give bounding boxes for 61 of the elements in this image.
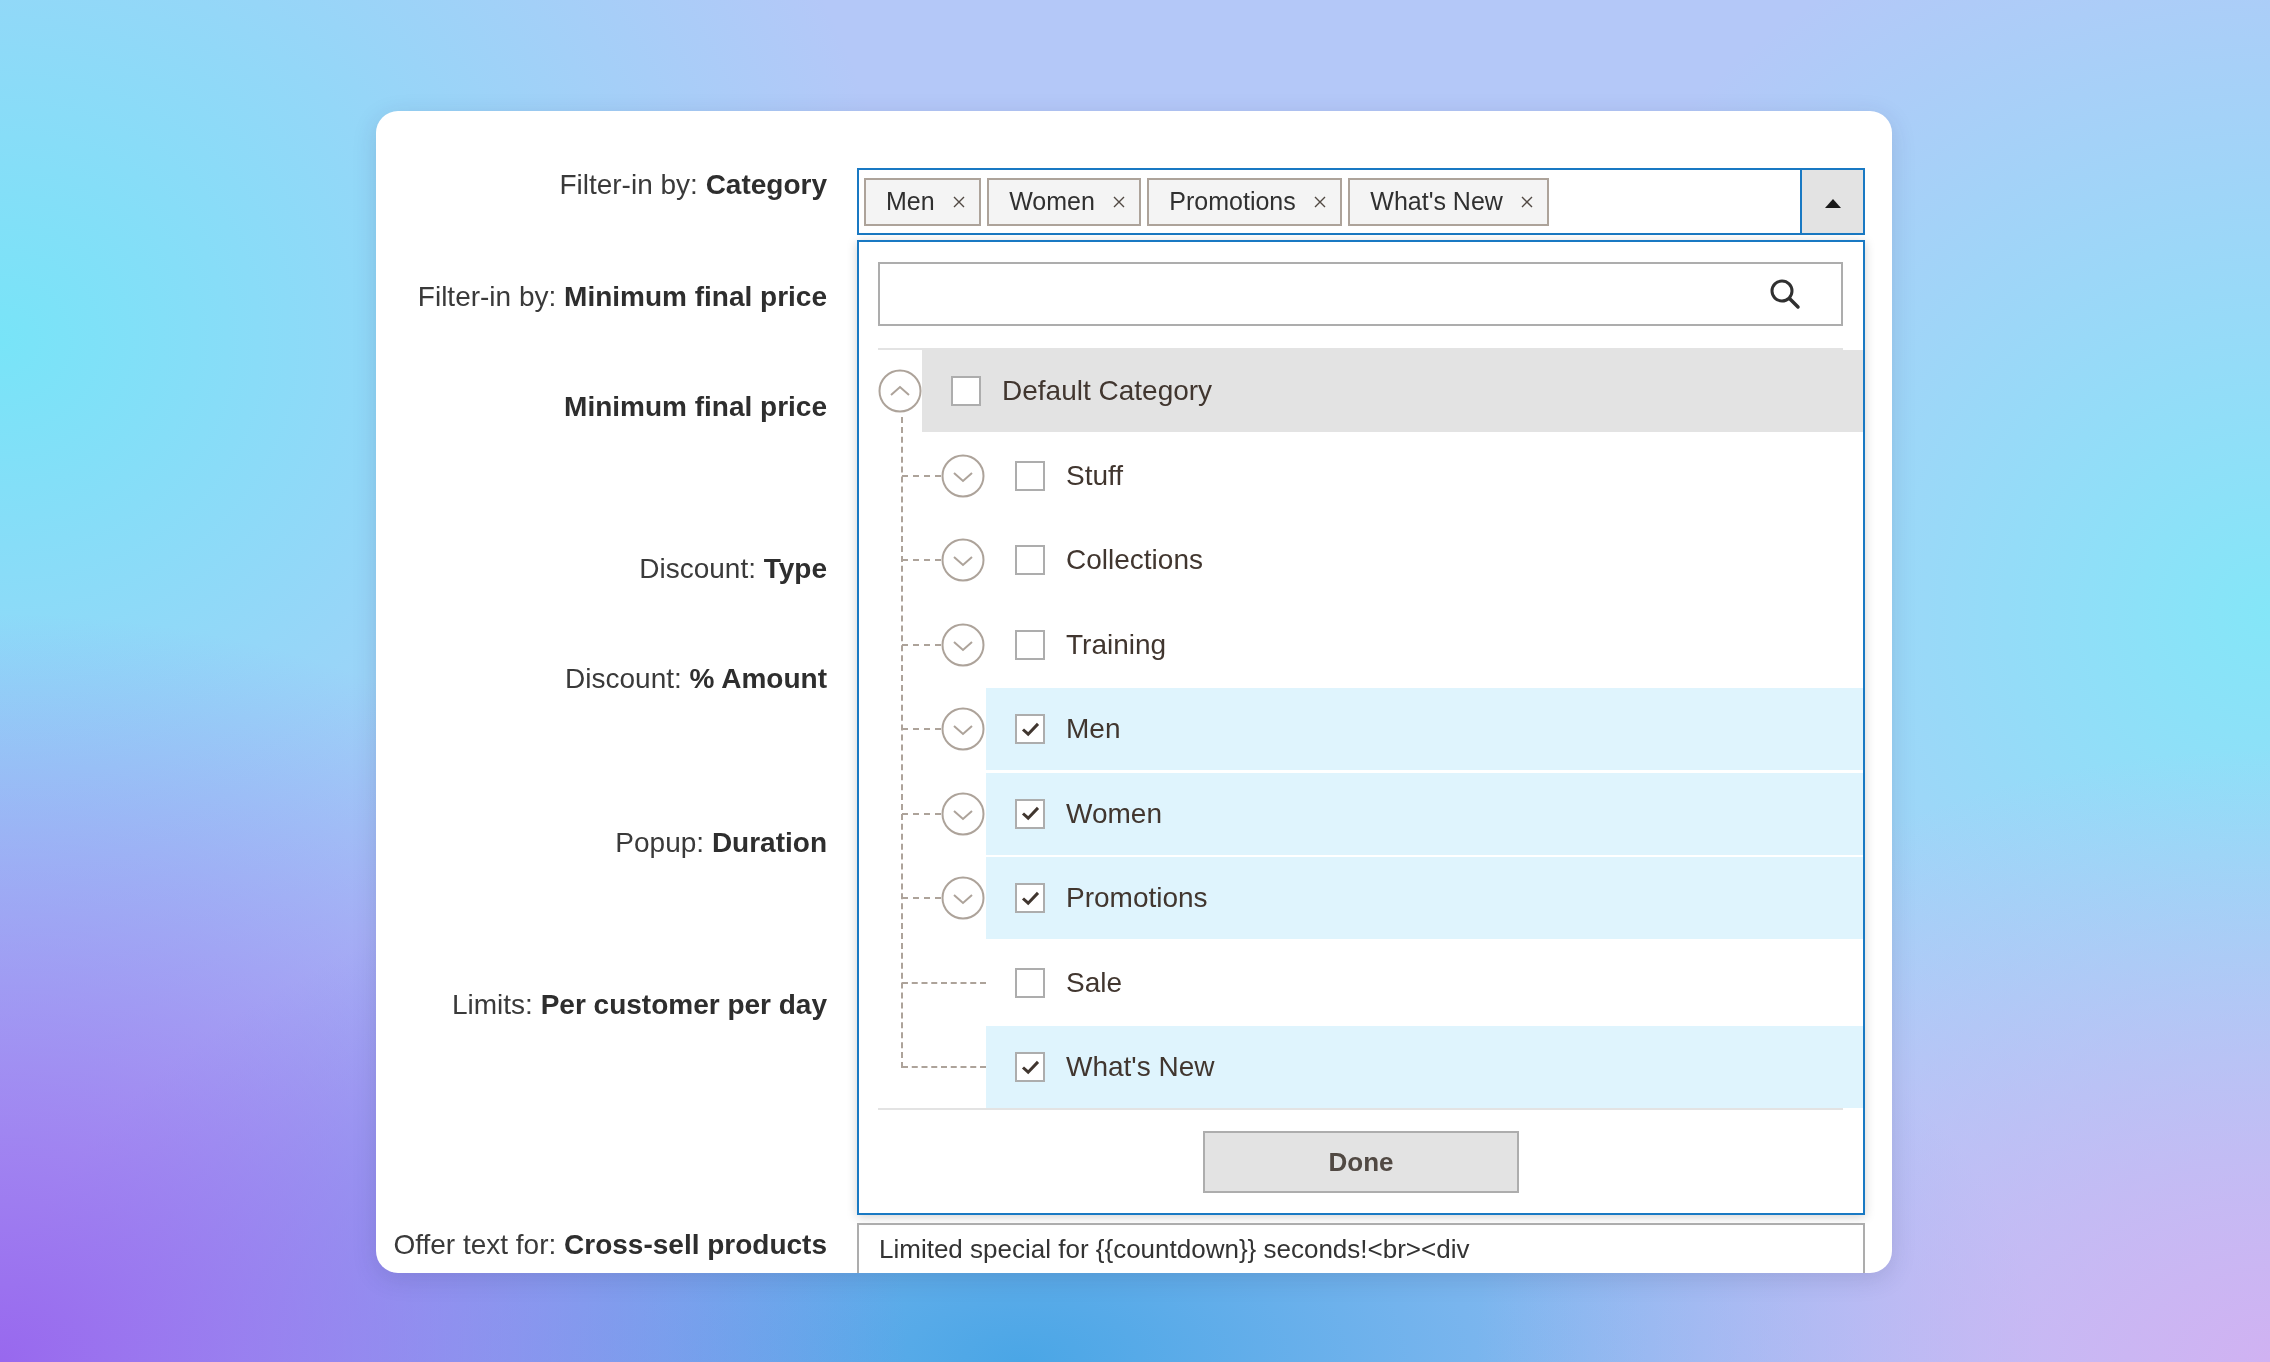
category-label: Men bbox=[1066, 713, 1121, 745]
category-label: Promotions bbox=[1066, 882, 1208, 914]
chevron-down-icon[interactable] bbox=[941, 453, 985, 498]
chevron-down-icon[interactable] bbox=[941, 707, 985, 751]
close-icon[interactable] bbox=[1112, 195, 1125, 208]
text-area[interactable]: Limited special for {{countdown}} seconds!<br><div bbox=[857, 1223, 1865, 1273]
category-label: Sale bbox=[1066, 966, 1123, 999]
tree-row[interactable]: Stuff bbox=[986, 434, 1863, 517]
checkbox[interactable] bbox=[951, 376, 981, 406]
done-button[interactable]: Done bbox=[1203, 1131, 1519, 1193]
category-label: Collections bbox=[1066, 544, 1203, 576]
field-label: Discount: Type bbox=[639, 552, 827, 586]
chevron-down-icon[interactable] bbox=[941, 622, 985, 667]
tree-row[interactable]: Promotions bbox=[986, 857, 1863, 939]
field-label: Popup: Duration bbox=[615, 826, 827, 860]
field-label: Limits: Per customer per day bbox=[451, 988, 827, 1022]
chevron-down-icon[interactable] bbox=[941, 538, 985, 582]
chevron-up-icon[interactable] bbox=[878, 369, 922, 413]
checkbox[interactable] bbox=[1015, 967, 1045, 998]
close-icon[interactable] bbox=[1313, 195, 1326, 208]
category-label: Training bbox=[1066, 628, 1167, 661]
tree-row[interactable]: Men bbox=[986, 688, 1863, 770]
tag-label: Men bbox=[886, 187, 935, 216]
checkbox[interactable] bbox=[1015, 714, 1045, 744]
field-label: Minimum final price bbox=[564, 390, 827, 424]
tag-label: Promotions bbox=[1169, 187, 1296, 216]
caret-up-icon bbox=[1824, 199, 1841, 208]
checkbox[interactable] bbox=[1015, 1052, 1045, 1082]
checkbox[interactable] bbox=[1015, 629, 1045, 660]
checkbox[interactable] bbox=[1015, 545, 1045, 575]
multiselect-field[interactable]: Men Women Promotions What's New bbox=[857, 168, 1865, 235]
tag-label: Women bbox=[1009, 187, 1095, 216]
checkbox[interactable] bbox=[1015, 883, 1045, 913]
field-label: Discount: % Amount bbox=[565, 662, 827, 696]
checkmark-icon bbox=[1020, 890, 1040, 906]
checkmark-icon bbox=[1020, 806, 1040, 821]
tree-row[interactable]: Collections bbox=[986, 519, 1863, 601]
search-field[interactable] bbox=[878, 262, 1843, 326]
search-icon[interactable] bbox=[1769, 278, 1801, 310]
dropdown-toggle-button[interactable] bbox=[1800, 170, 1863, 233]
close-icon[interactable] bbox=[952, 195, 965, 208]
tree-row[interactable]: Women bbox=[986, 772, 1863, 855]
tag-label: What's New bbox=[1370, 187, 1503, 216]
chevron-down-icon[interactable] bbox=[941, 791, 985, 836]
field-label: Filter-in by: Category bbox=[559, 168, 827, 202]
tree-row[interactable]: What's New bbox=[986, 1026, 1863, 1108]
field-label: Filter-in by: Minimum final price bbox=[417, 280, 827, 314]
category-label: What's New bbox=[1066, 1051, 1215, 1083]
checkmark-icon bbox=[1020, 1059, 1040, 1075]
tree-row[interactable]: Default Category bbox=[922, 350, 1863, 432]
category-label: Stuff bbox=[1066, 459, 1124, 492]
checkbox[interactable] bbox=[1015, 460, 1045, 491]
close-icon[interactable] bbox=[1520, 195, 1533, 208]
category-label: Women bbox=[1066, 797, 1162, 830]
category-label: Default Category bbox=[1002, 375, 1213, 407]
field-label: Offer text for: Cross-sell products bbox=[393, 1228, 827, 1262]
tree-row[interactable]: Sale bbox=[986, 941, 1863, 1024]
checkbox[interactable] bbox=[1015, 798, 1045, 829]
chevron-down-icon[interactable] bbox=[941, 876, 985, 920]
checkmark-icon bbox=[1020, 721, 1040, 737]
tree-row[interactable]: Training bbox=[986, 603, 1863, 686]
